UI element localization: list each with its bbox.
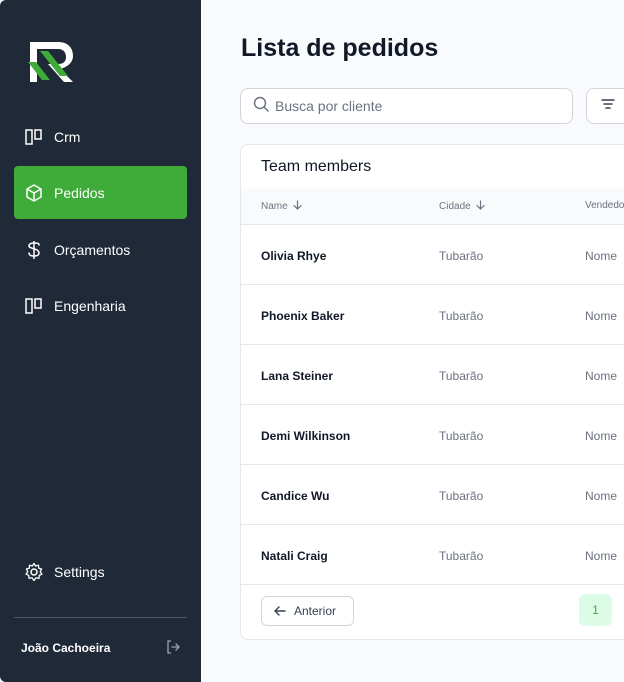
- column-header-cidade[interactable]: Cidade: [439, 200, 485, 213]
- filter-icon: [601, 97, 615, 115]
- table-row[interactable]: Candice Wu Tubarão Nome: [241, 465, 624, 525]
- page-number-1[interactable]: 1: [579, 594, 612, 626]
- search-box[interactable]: [240, 88, 573, 124]
- cell-name: Olivia Rhye: [261, 249, 327, 263]
- table-header: Name Cidade Vendedo: [241, 188, 624, 225]
- table-row[interactable]: Demi Wilkinson Tubarão Nome: [241, 405, 624, 465]
- sidebar-item-label: Crm: [54, 128, 81, 145]
- pagination: Anterior 1: [241, 584, 624, 639]
- table-row[interactable]: Lana Steiner Tubarão Nome: [241, 345, 624, 405]
- cell-cidade: Tubarão: [439, 549, 484, 563]
- sidebar-item-engenharia[interactable]: Engenharia: [14, 279, 187, 332]
- cell-vendedor: Nome: [585, 549, 618, 563]
- sidebar-item-pedidos[interactable]: Pedidos: [14, 166, 187, 219]
- cell-cidade: Tubarão: [439, 489, 484, 503]
- columns-icon: [24, 296, 44, 316]
- sidebar: Crm Pedidos Orçamentos Engenharia Settin…: [0, 0, 201, 682]
- arrow-down-icon: [476, 200, 485, 213]
- sidebar-item-label: Engenharia: [54, 297, 126, 314]
- table-row[interactable]: Olivia Rhye Tubarão Nome: [241, 225, 624, 285]
- sidebar-item-label: Settings: [54, 563, 105, 580]
- filter-button[interactable]: [586, 88, 624, 124]
- cell-name: Demi Wilkinson: [261, 429, 351, 443]
- user-row: João Cachoeira: [21, 638, 181, 658]
- search-icon: [253, 96, 269, 117]
- box-icon: [24, 183, 44, 203]
- cell-vendedor: Nome: [585, 249, 618, 263]
- cell-vendedor: Nome: [585, 429, 618, 443]
- dollar-icon: [24, 240, 44, 260]
- search-input[interactable]: [275, 98, 555, 114]
- cell-cidade: Tubarão: [439, 369, 484, 383]
- sidebar-item-crm[interactable]: Crm: [14, 110, 187, 163]
- cell-vendedor: Nome: [585, 309, 618, 323]
- user-name: João Cachoeira: [21, 641, 111, 655]
- cell-vendedor: Nome: [585, 369, 618, 383]
- cell-cidade: Tubarão: [439, 309, 484, 323]
- cell-name: Phoenix Baker: [261, 309, 345, 323]
- cell-cidade: Tubarão: [439, 429, 484, 443]
- column-header-vendedor[interactable]: Vendedo: [585, 200, 624, 211]
- columns-icon: [24, 127, 44, 147]
- cell-cidade: Tubarão: [439, 249, 484, 263]
- sidebar-divider: [14, 617, 187, 618]
- table-row[interactable]: Phoenix Baker Tubarão Nome: [241, 285, 624, 345]
- sidebar-item-label: Pedidos: [54, 184, 105, 201]
- column-header-name[interactable]: Name: [261, 200, 302, 213]
- cell-name: Lana Steiner: [261, 369, 334, 383]
- gear-icon: [24, 562, 44, 582]
- logout-icon[interactable]: [165, 639, 181, 658]
- cell-name: Natali Craig: [261, 549, 328, 563]
- main-content: Lista de pedidos Team members Name Cidad…: [201, 0, 624, 682]
- arrow-down-icon: [293, 200, 302, 213]
- team-members-card: Team members Name Cidade Vendedo Olivia …: [240, 144, 624, 640]
- sidebar-item-settings[interactable]: Settings: [14, 545, 187, 598]
- arrow-left-icon: [274, 606, 286, 616]
- brand-logo[interactable]: [28, 34, 76, 82]
- previous-page-button[interactable]: Anterior: [261, 596, 354, 626]
- sidebar-item-label: Orçamentos: [54, 241, 131, 258]
- table-row[interactable]: Natali Craig Tubarão Nome: [241, 525, 624, 585]
- cell-name: Candice Wu: [261, 489, 330, 503]
- sidebar-item-orcamentos[interactable]: Orçamentos: [14, 223, 187, 276]
- page-title: Lista de pedidos: [241, 34, 439, 62]
- cell-vendedor: Nome: [585, 489, 618, 503]
- card-title: Team members: [261, 158, 372, 175]
